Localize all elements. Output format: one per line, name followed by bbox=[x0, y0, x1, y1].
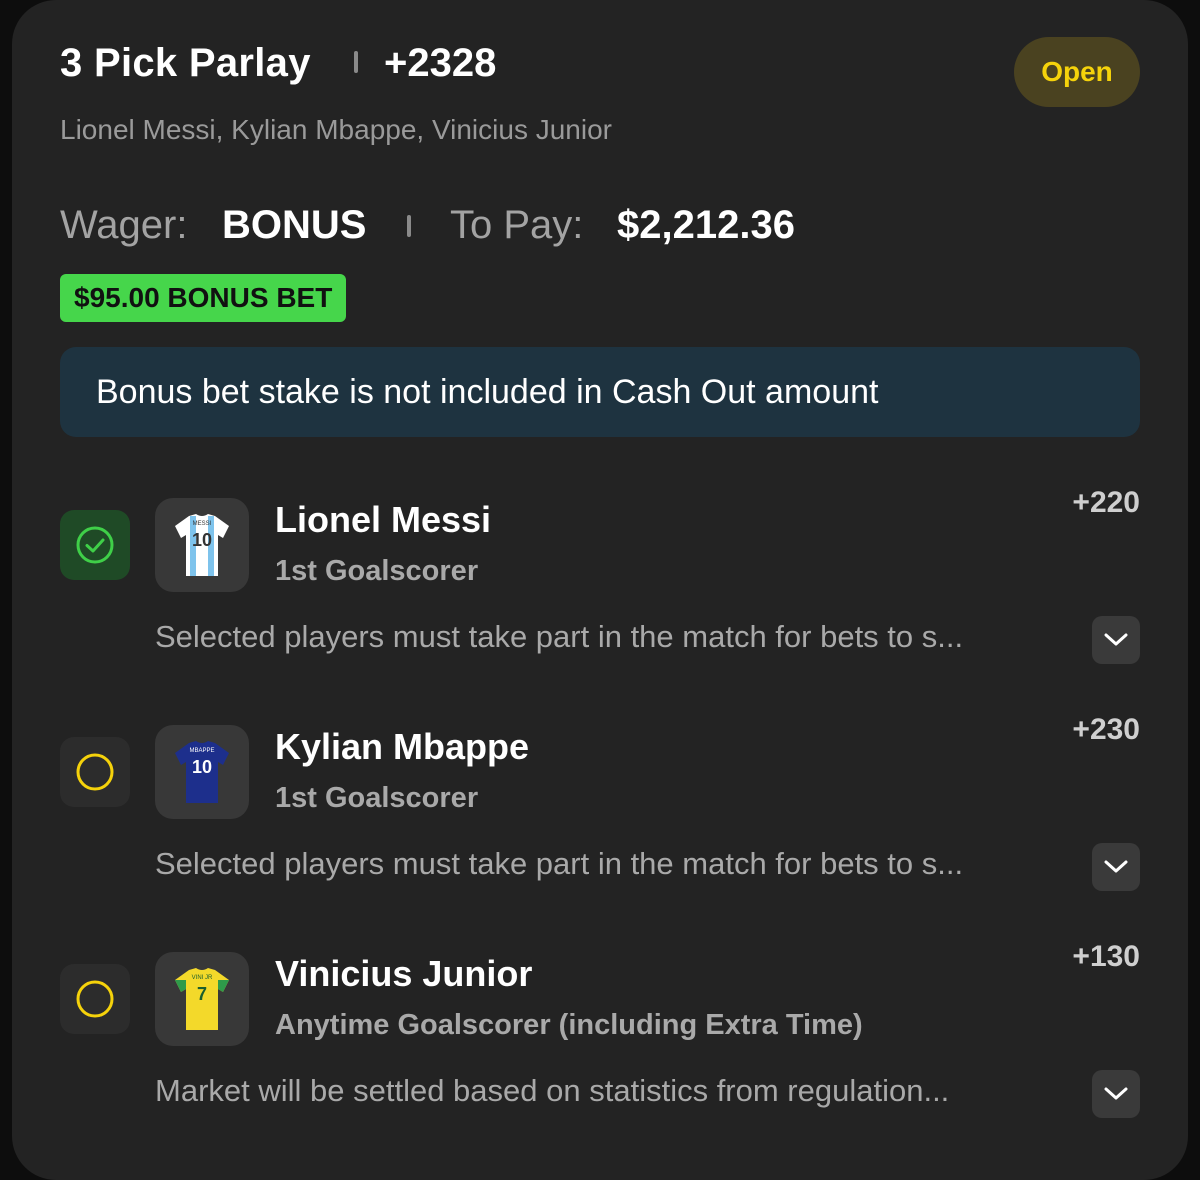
parlay-odds: +2328 bbox=[384, 41, 497, 85]
title-divider bbox=[354, 51, 358, 73]
pick-status-won bbox=[60, 510, 130, 580]
pick-row: VINI JR 7 Vinicius Junior Anytime Goalsc… bbox=[12, 940, 1188, 1129]
jersey-icon: VINI JR 7 bbox=[175, 968, 229, 1030]
chevron-down-icon bbox=[1104, 1087, 1128, 1100]
to-pay-value: $2,212.36 bbox=[617, 203, 795, 247]
jersey-name: MESSI bbox=[193, 521, 212, 527]
wager-divider bbox=[407, 215, 411, 237]
pick-market: 1st Goalscorer bbox=[275, 555, 479, 587]
bet-card: 3 Pick Parlay +2328 Open Lionel Messi, K… bbox=[12, 0, 1188, 1180]
pick-market: 1st Goalscorer bbox=[275, 782, 479, 814]
jersey-icon: MBAPPE 10 bbox=[175, 741, 229, 803]
pick-player-name: Vinicius Junior bbox=[275, 953, 533, 994]
pick-rules-note: Market will be settled based on statisti… bbox=[155, 1073, 950, 1108]
cash-out-notice: Bonus bet stake is not included in Cash … bbox=[60, 347, 1140, 437]
pick-row: MBAPPE 10 Kylian Mbappe 1st Goalscorer +… bbox=[12, 713, 1188, 902]
pick-rules-note: Selected players must take part in the m… bbox=[155, 846, 964, 881]
player-jersey-avatar: MESSI 10 bbox=[155, 498, 249, 592]
player-jersey-avatar: MBAPPE 10 bbox=[155, 725, 249, 819]
jersey-number: 10 bbox=[192, 757, 212, 777]
expand-button[interactable] bbox=[1092, 616, 1140, 664]
pick-status-pending bbox=[60, 964, 130, 1034]
pick-player-name: Kylian Mbappe bbox=[275, 726, 530, 767]
expand-button[interactable] bbox=[1092, 1070, 1140, 1118]
pending-circle-icon bbox=[76, 753, 114, 791]
pending-circle-icon bbox=[76, 980, 114, 1018]
bet-title: 3 Pick Parlay bbox=[60, 41, 311, 85]
pick-odds: +220 bbox=[1072, 486, 1140, 519]
pick-row: MESSI 10 Lionel Messi 1st Goalscorer +22… bbox=[12, 486, 1188, 675]
wager-label: Wager: bbox=[60, 203, 188, 247]
to-pay-label: To Pay: bbox=[450, 203, 584, 247]
pick-odds: +130 bbox=[1072, 940, 1140, 973]
pick-odds: +230 bbox=[1072, 713, 1140, 746]
jersey-number: 10 bbox=[192, 530, 212, 550]
jersey-name: MBAPPE bbox=[189, 748, 214, 754]
players-summary: Lionel Messi, Kylian Mbappe, Vinicius Ju… bbox=[60, 114, 612, 145]
wager-value: BONUS bbox=[222, 203, 367, 247]
pick-status-pending bbox=[60, 737, 130, 807]
check-circle-icon bbox=[76, 526, 114, 564]
cash-out-notice-text: Bonus bet stake is not included in Cash … bbox=[96, 372, 879, 411]
status-badge: Open bbox=[1014, 37, 1140, 107]
jersey-icon: MESSI 10 bbox=[175, 514, 229, 576]
pick-market: Anytime Goalscorer (including Extra Time… bbox=[275, 1009, 863, 1041]
jersey-name: VINI JR bbox=[192, 975, 213, 981]
pick-player-name: Lionel Messi bbox=[275, 499, 492, 540]
pick-rules-note: Selected players must take part in the m… bbox=[155, 619, 964, 654]
bonus-bet-badge: $95.00 BONUS BET bbox=[60, 274, 347, 322]
expand-button[interactable] bbox=[1092, 843, 1140, 891]
player-jersey-avatar: VINI JR 7 bbox=[155, 952, 249, 1046]
chevron-down-icon bbox=[1104, 860, 1128, 873]
chevron-down-icon bbox=[1104, 633, 1128, 646]
jersey-number: 7 bbox=[197, 984, 207, 1004]
